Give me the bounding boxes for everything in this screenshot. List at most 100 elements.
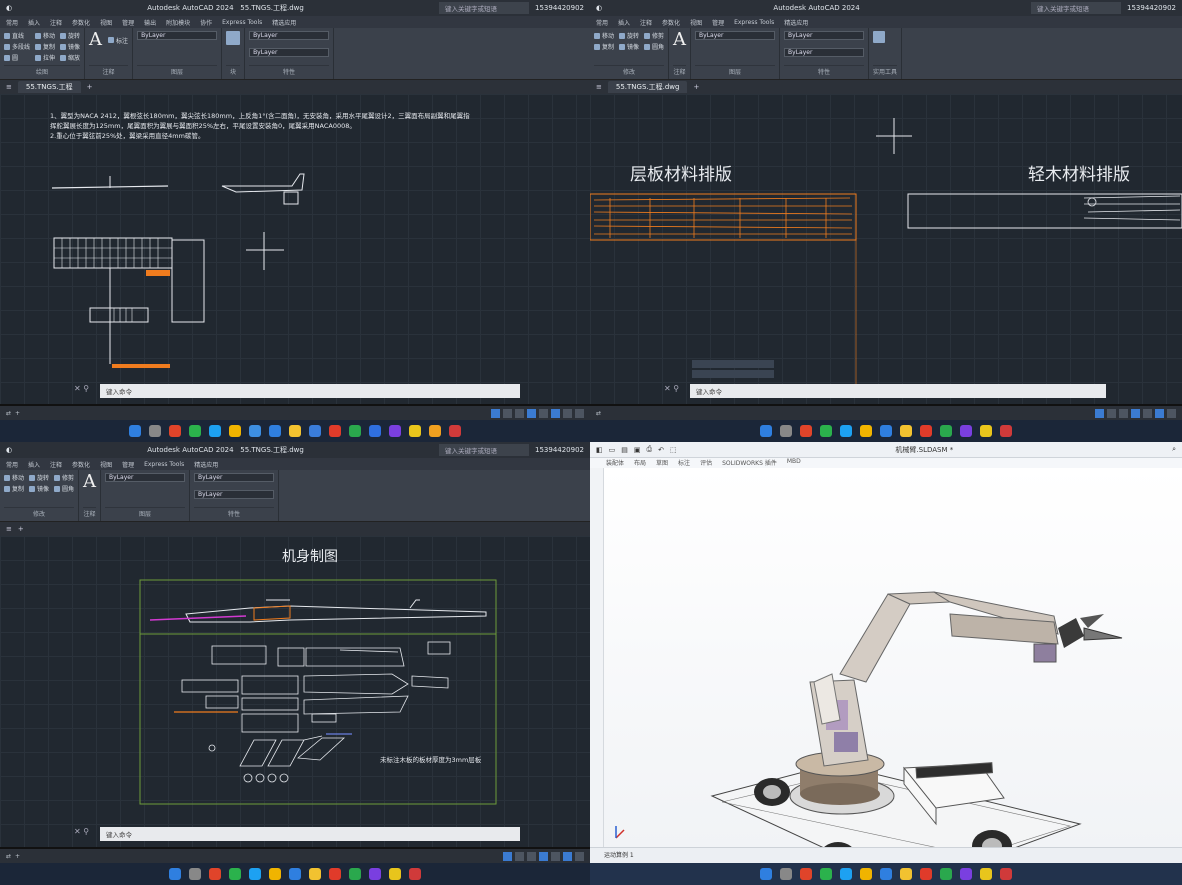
menu-toggle[interactable] xyxy=(575,408,584,418)
mirror-button[interactable]: 镜像 xyxy=(619,42,639,51)
snap-toggle[interactable] xyxy=(503,408,512,418)
color-dropdown[interactable]: ByLayer xyxy=(194,473,275,482)
search-input[interactable]: 键入关键字或短语 xyxy=(439,444,529,456)
folder-icon[interactable] xyxy=(900,425,912,437)
polar-toggle[interactable] xyxy=(1143,408,1152,418)
edge-icon[interactable] xyxy=(249,868,261,880)
tab-parametric[interactable]: 参数化 xyxy=(662,18,680,27)
drawing-canvas[interactable]: 1、翼型为NACA 2412，翼根弦长180mm，翼尖弦长180mm，上反角1°… xyxy=(0,94,590,404)
app-icon[interactable] xyxy=(309,425,321,437)
app-icon[interactable] xyxy=(980,425,992,437)
tab-view[interactable]: 视图 xyxy=(690,18,702,27)
measure-button[interactable] xyxy=(873,31,897,43)
tab-manage[interactable]: 管理 xyxy=(122,460,134,469)
command-icons[interactable]: ✕ ⚲ xyxy=(74,827,98,841)
mirror-button[interactable]: 镜像 xyxy=(60,42,80,51)
tab-express[interactable]: Express Tools xyxy=(222,19,262,26)
edge-icon[interactable] xyxy=(840,868,852,880)
color-dropdown[interactable]: ByLayer xyxy=(249,31,330,40)
rotate-button[interactable]: 旋转 xyxy=(619,31,639,40)
annotation-toggle[interactable] xyxy=(551,408,560,418)
drawing-tab[interactable]: 55.TNGS.工程.dwg xyxy=(607,81,688,93)
start-tab[interactable]: ≡ xyxy=(6,83,12,91)
edge-icon[interactable] xyxy=(209,425,221,437)
new-tab-button[interactable]: + xyxy=(693,83,699,91)
new-tab-button[interactable]: + xyxy=(18,525,24,533)
ortho-toggle[interactable] xyxy=(527,851,536,861)
workspace-toggle[interactable] xyxy=(1167,408,1176,418)
layer-dropdown[interactable]: ByLayer xyxy=(137,31,218,40)
app-icon[interactable] xyxy=(409,425,421,437)
wechat-icon[interactable] xyxy=(820,425,832,437)
autocad-icon[interactable] xyxy=(409,868,421,880)
app-icon[interactable] xyxy=(249,425,261,437)
trim-button[interactable]: 修剪 xyxy=(644,31,664,40)
autocad-icon[interactable] xyxy=(449,425,461,437)
start-tab[interactable]: ≡ xyxy=(596,83,602,91)
command-line[interactable]: 键入命令 xyxy=(690,384,1106,398)
app-icon[interactable] xyxy=(920,868,932,880)
sw-logo-icon[interactable]: ◧ xyxy=(596,446,603,454)
folder-icon[interactable] xyxy=(900,868,912,880)
app-menu-icon[interactable]: ◐ xyxy=(6,4,12,12)
tab-parametric[interactable]: 参数化 xyxy=(72,460,90,469)
trim-button[interactable]: 修剪 xyxy=(54,473,74,482)
tab-annotate[interactable]: 注释 xyxy=(50,18,62,27)
model-tab[interactable]: ⇄ xyxy=(596,410,601,417)
chrome-icon[interactable] xyxy=(860,868,872,880)
tab-express[interactable]: Express Tools xyxy=(144,461,184,468)
undo-icon[interactable]: ↶ xyxy=(658,446,664,454)
annotation-toggle[interactable] xyxy=(563,851,572,861)
tab-express[interactable]: Express Tools xyxy=(734,19,774,26)
drawing-canvas[interactable]: 层板材料排版 轻木材料排版 xyxy=(590,94,1182,404)
user-name[interactable]: 15394420902 xyxy=(535,4,584,12)
layer-dropdown[interactable]: ByLayer xyxy=(105,473,186,482)
dimension-button[interactable]: 标注 xyxy=(108,36,128,45)
grid-toggle[interactable] xyxy=(491,408,500,418)
app-icon[interactable] xyxy=(329,425,341,437)
search-icon[interactable] xyxy=(780,868,792,880)
sw-search-input[interactable]: ⌕ xyxy=(1172,445,1176,454)
fillet-button[interactable]: 圆角 xyxy=(644,42,664,51)
folder-icon[interactable] xyxy=(289,425,301,437)
workspace-toggle[interactable] xyxy=(575,851,584,861)
app-icon[interactable] xyxy=(329,868,341,880)
visual-studio-icon[interactable] xyxy=(960,868,972,880)
search-icon[interactable] xyxy=(780,425,792,437)
model-tab[interactable]: ⇄ xyxy=(6,410,11,417)
polar-toggle[interactable] xyxy=(539,408,548,418)
select-icon[interactable]: ⬚ xyxy=(670,446,677,454)
tab-insert[interactable]: 插入 xyxy=(28,460,40,469)
tab-assembly[interactable]: 装配体 xyxy=(606,458,624,468)
user-name[interactable]: 15394420902 xyxy=(535,446,584,454)
app-menu-icon[interactable]: ◐ xyxy=(6,446,12,454)
tab-layout[interactable]: 布局 xyxy=(634,458,646,468)
ortho-toggle[interactable] xyxy=(1119,408,1128,418)
start-icon[interactable] xyxy=(169,868,181,880)
layer-dropdown[interactable]: ByLayer xyxy=(695,31,776,40)
command-line[interactable]: 键入命令 xyxy=(100,384,520,398)
open-file-icon[interactable]: ▤ xyxy=(621,446,628,454)
feature-manager-collapsed[interactable] xyxy=(590,468,604,847)
workspace-toggle[interactable] xyxy=(563,408,572,418)
layout-add[interactable]: + xyxy=(15,410,20,417)
search-input[interactable]: 键入关键字或短语 xyxy=(1031,2,1121,14)
search-icon[interactable] xyxy=(189,868,201,880)
start-icon[interactable] xyxy=(760,425,772,437)
app-icon[interactable] xyxy=(800,425,812,437)
user-name[interactable]: 15394420902 xyxy=(1127,4,1176,12)
chrome-icon[interactable] xyxy=(860,425,872,437)
tab-manage[interactable]: 管理 xyxy=(712,18,724,27)
app-menu-icon[interactable]: ◐ xyxy=(596,4,602,12)
osnap-toggle[interactable] xyxy=(539,851,548,861)
command-line[interactable]: 键入命令 xyxy=(100,827,520,841)
tab-home[interactable]: 常用 xyxy=(6,460,18,469)
app-icon[interactable] xyxy=(369,425,381,437)
scale-button[interactable]: 缩放 xyxy=(60,53,80,62)
grid-toggle[interactable] xyxy=(1095,408,1104,418)
drawing-tab[interactable]: 55.TNGS.工程 xyxy=(17,81,81,93)
tab-home[interactable]: 常用 xyxy=(6,18,18,27)
text-tool-icon[interactable]: A xyxy=(89,31,102,49)
tab-addins[interactable]: 附加模块 xyxy=(166,18,190,27)
tab-evaluate[interactable]: 评估 xyxy=(700,458,712,468)
